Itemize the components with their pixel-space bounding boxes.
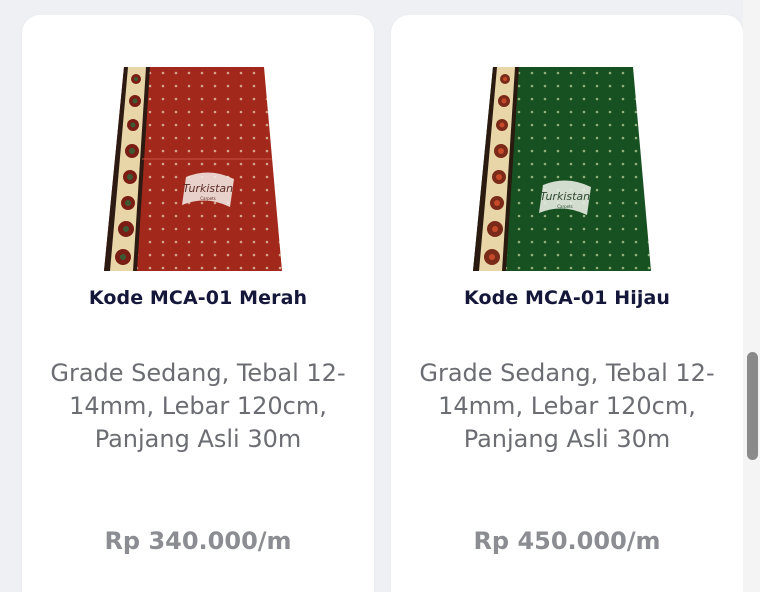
product-description: Grade Sedang, Tebal 12-14mm, Lebar 120cm… <box>419 359 715 453</box>
product-description: Grade Sedang, Tebal 12-14mm, Lebar 120cm… <box>50 359 346 453</box>
svg-text:Carpets: Carpets <box>200 196 216 201</box>
product-code[interactable]: Kode MCA-01 Merah <box>22 287 374 309</box>
svg-text:Turkistan: Turkistan <box>183 182 233 195</box>
scroll-track[interactable] <box>743 0 760 592</box>
svg-text:Carpets: Carpets <box>557 204 573 209</box>
product-price: Rp 340.000/m <box>104 527 292 555</box>
product-card[interactable]: Turkistan Carpets Kode MCA-01 Merah Grad… <box>22 15 374 592</box>
product-grid: Turkistan Carpets Kode MCA-01 Merah Grad… <box>0 0 760 592</box>
product-code[interactable]: Kode MCA-01 Hijau <box>391 287 743 309</box>
carpet-image: Turkistan Carpets <box>473 67 651 271</box>
product-image[interactable]: Turkistan Carpets <box>92 67 308 271</box>
svg-text:Turkistan: Turkistan <box>540 190 590 203</box>
carpet-image: Turkistan Carpets <box>104 67 282 271</box>
product-image[interactable]: Turkistan Carpets <box>461 67 677 271</box>
product-price: Rp 450.000/m <box>473 527 661 555</box>
product-card[interactable]: Turkistan Carpets Kode MCA-01 Hijau Grad… <box>391 15 743 592</box>
scrollbar-thumb[interactable] <box>747 352 758 460</box>
